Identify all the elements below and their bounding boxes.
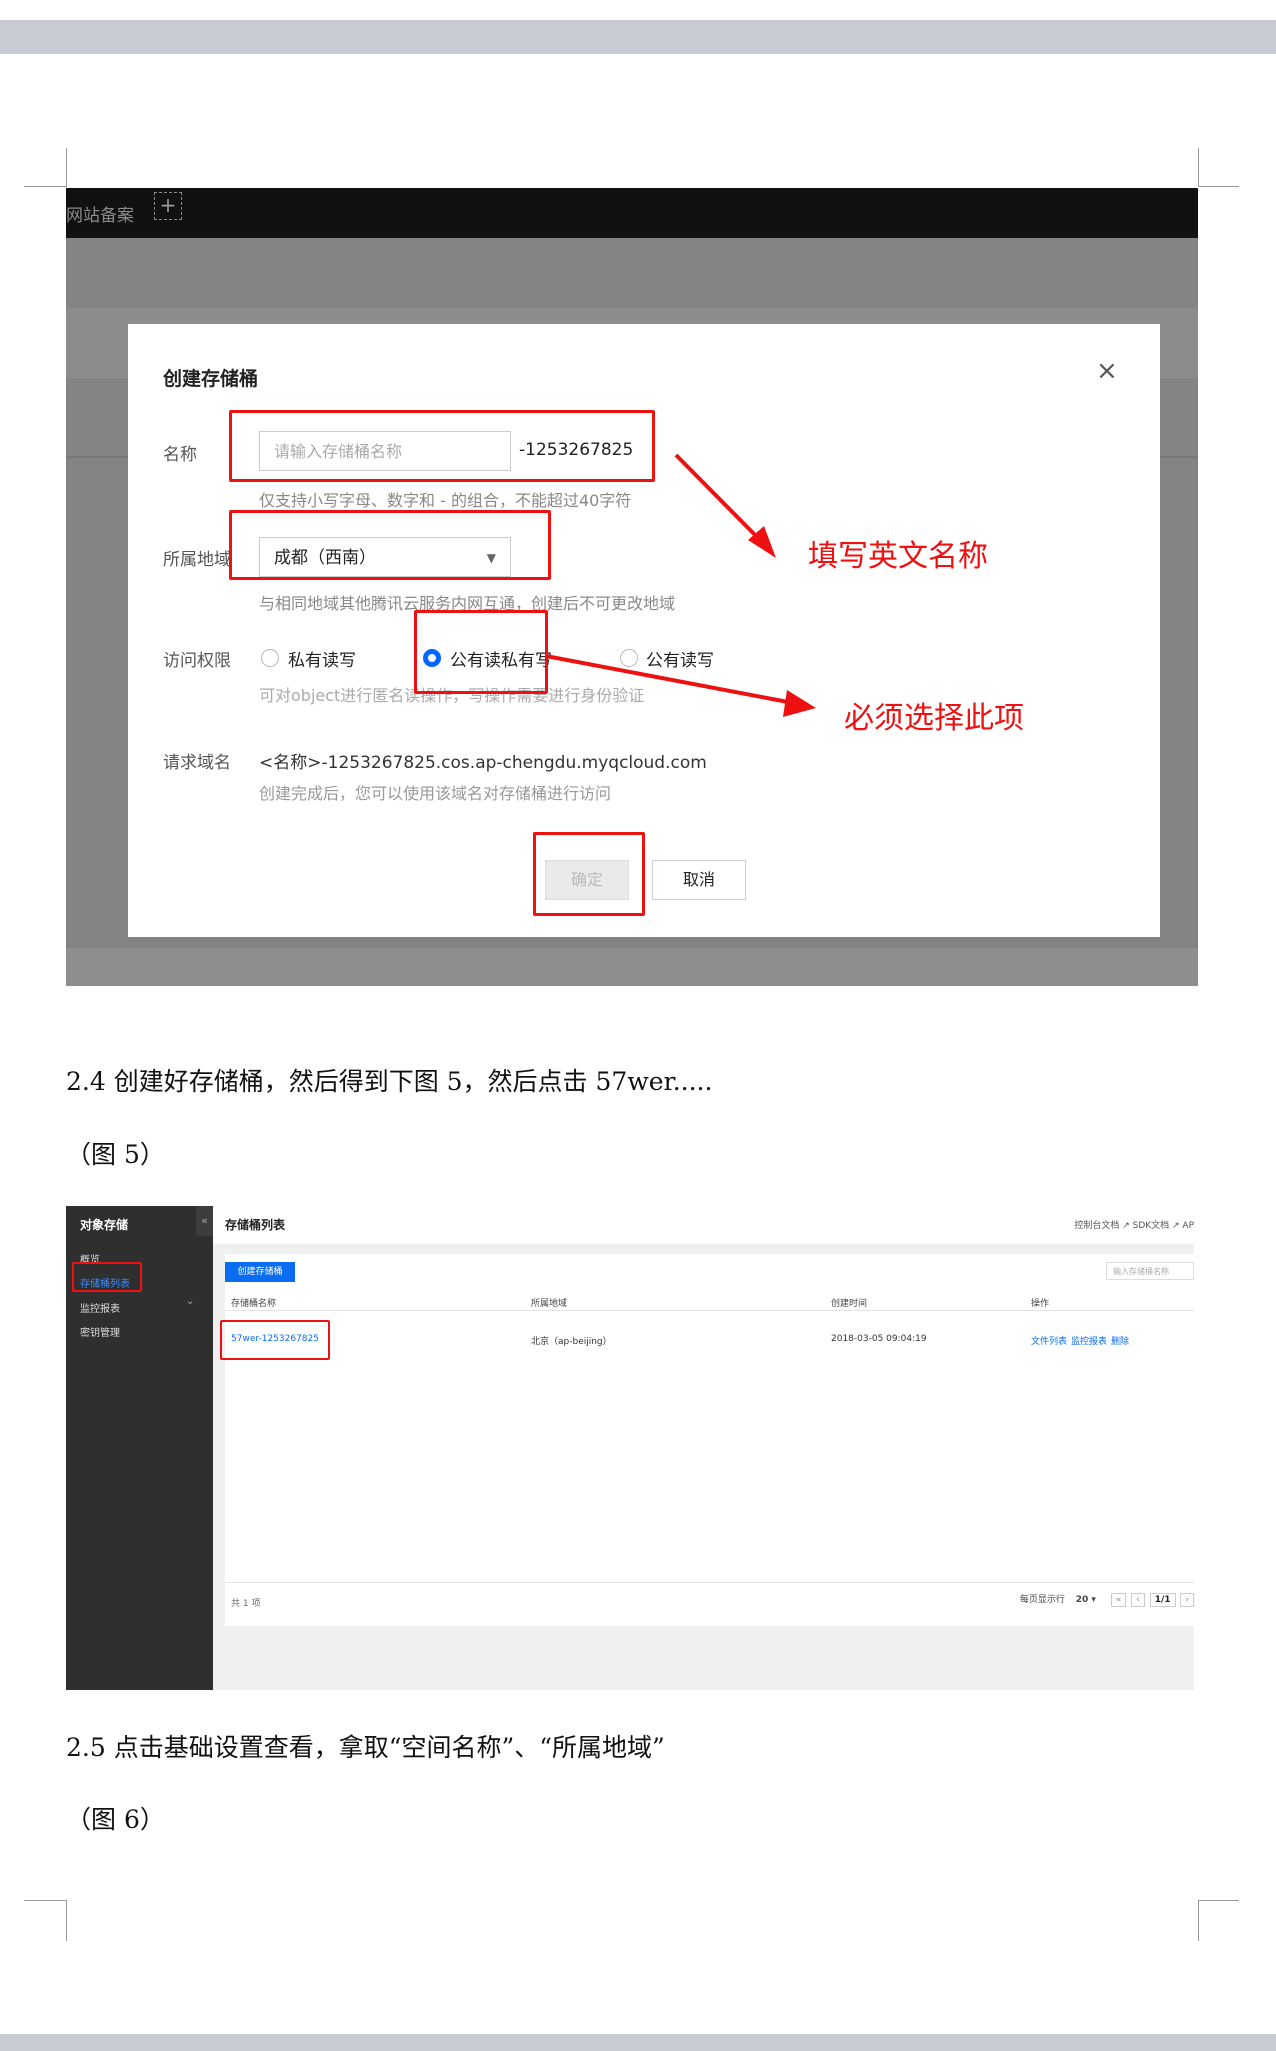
caption-figure-6: （图 6） [66, 1805, 165, 1834]
expand-icon: ⌄ [186, 1296, 195, 1307]
create-bucket-button[interactable]: 创建存储桶 [225, 1262, 295, 1282]
search-input[interactable]: 输入存储桶名称 [1106, 1262, 1194, 1280]
caption-figure-5: （图 5） [66, 1140, 165, 1169]
column-header[interactable]: 创建时间 [831, 1296, 867, 1309]
create-bucket-dialog: 创建存储桶 × 名称 请输入存储桶名称 -1253267825 仅支持小写字母、… [128, 324, 1160, 937]
sidebar-item-monitoring[interactable]: 监控报表 [80, 1300, 120, 1315]
first-page-icon[interactable]: « [1110, 1593, 1127, 1607]
bucket-created-time: 2018-03-05 09:04:19 [831, 1334, 927, 1344]
paragraph-2-5: 2.5 点击基础设置查看，拿取“空间名称”、“所属地域” [66, 1733, 665, 1762]
paragraph-2-4: 2.4 创建好存储桶，然后得到下图 5，然后点击 57wer..... [66, 1067, 713, 1096]
top-page-band [0, 20, 1276, 54]
sidebar: 对象存储 « 概览 存储桶列表 监控报表 ⌄ 密钥管理 [66, 1206, 213, 1690]
page-title: 存储桶列表 [225, 1218, 286, 1232]
page-indicator: 1/1 [1149, 1593, 1176, 1607]
action-monitoring[interactable]: 监控报表 [1071, 1334, 1107, 1347]
doc-links[interactable]: 控制台文档 ↗ SDK文档 ↗ AP [1074, 1218, 1194, 1231]
bottom-page-band [0, 2034, 1276, 2051]
corner-mark-bottom-right [1198, 1900, 1239, 1941]
prev-page-icon[interactable]: ‹ [1131, 1593, 1145, 1607]
corner-mark-top-left [24, 148, 67, 187]
divider [225, 1310, 1194, 1311]
sidebar-item-keys[interactable]: 密钥管理 [80, 1324, 120, 1339]
action-delete[interactable]: 删除 [1111, 1334, 1129, 1347]
per-page-select[interactable]: 20 ▾ [1076, 1595, 1096, 1605]
column-header: 操作 [1031, 1299, 1050, 1309]
divider [225, 1582, 1194, 1583]
column-header[interactable]: 存储桶名称 [231, 1296, 276, 1309]
pagination: 每页显示行 20 ▾ « ‹ 1/1 › [1020, 1592, 1194, 1607]
annotation-name-note: 填写英文名称 [808, 539, 988, 574]
highlight-bucket-box [220, 1320, 330, 1360]
overlay-stripe [66, 948, 1198, 986]
content-header: 存储桶列表 控制台文档 ↗ SDK文档 ↗ AP [213, 1206, 1194, 1244]
column-header[interactable]: 所属地域 [531, 1296, 567, 1309]
total-count: 共 1 项 [231, 1599, 261, 1609]
screenshot-create-bucket: 网站备案 + 创建存储桶 × 名称 请输入存储桶名称 -1253267825 仅… [66, 188, 1198, 986]
annotation-permission-note: 必须选择此项 [844, 701, 1024, 736]
annotation-arrows [545, 453, 816, 717]
topbar-text: 网站备案 [66, 206, 134, 226]
next-page-icon[interactable]: › [1180, 1593, 1194, 1607]
action-file-list[interactable]: 文件列表 [1031, 1334, 1067, 1347]
sidebar-title: 对象存储 [80, 1218, 129, 1232]
highlight-sidebar-box [72, 1262, 142, 1292]
plus-icon[interactable]: + [154, 192, 182, 220]
collapse-icon[interactable]: « [196, 1206, 213, 1236]
bucket-table-panel: 创建存储桶 输入存储桶名称 存储桶名称 所属地域 创建时间 操作 57wer-1… [220, 1254, 1194, 1626]
bucket-region: 北京（ap-beijing） [531, 1337, 612, 1347]
corner-mark-bottom-left [24, 1900, 67, 1941]
console-topbar: 网站备案 + [66, 188, 1198, 238]
corner-mark-top-right [1198, 148, 1239, 187]
screenshot-bucket-list: 对象存储 « 概览 存储桶列表 监控报表 ⌄ 密钥管理 存储桶列表 控制台文档 … [66, 1206, 1194, 1690]
per-page-label: 每页显示行 [1019, 1595, 1065, 1605]
